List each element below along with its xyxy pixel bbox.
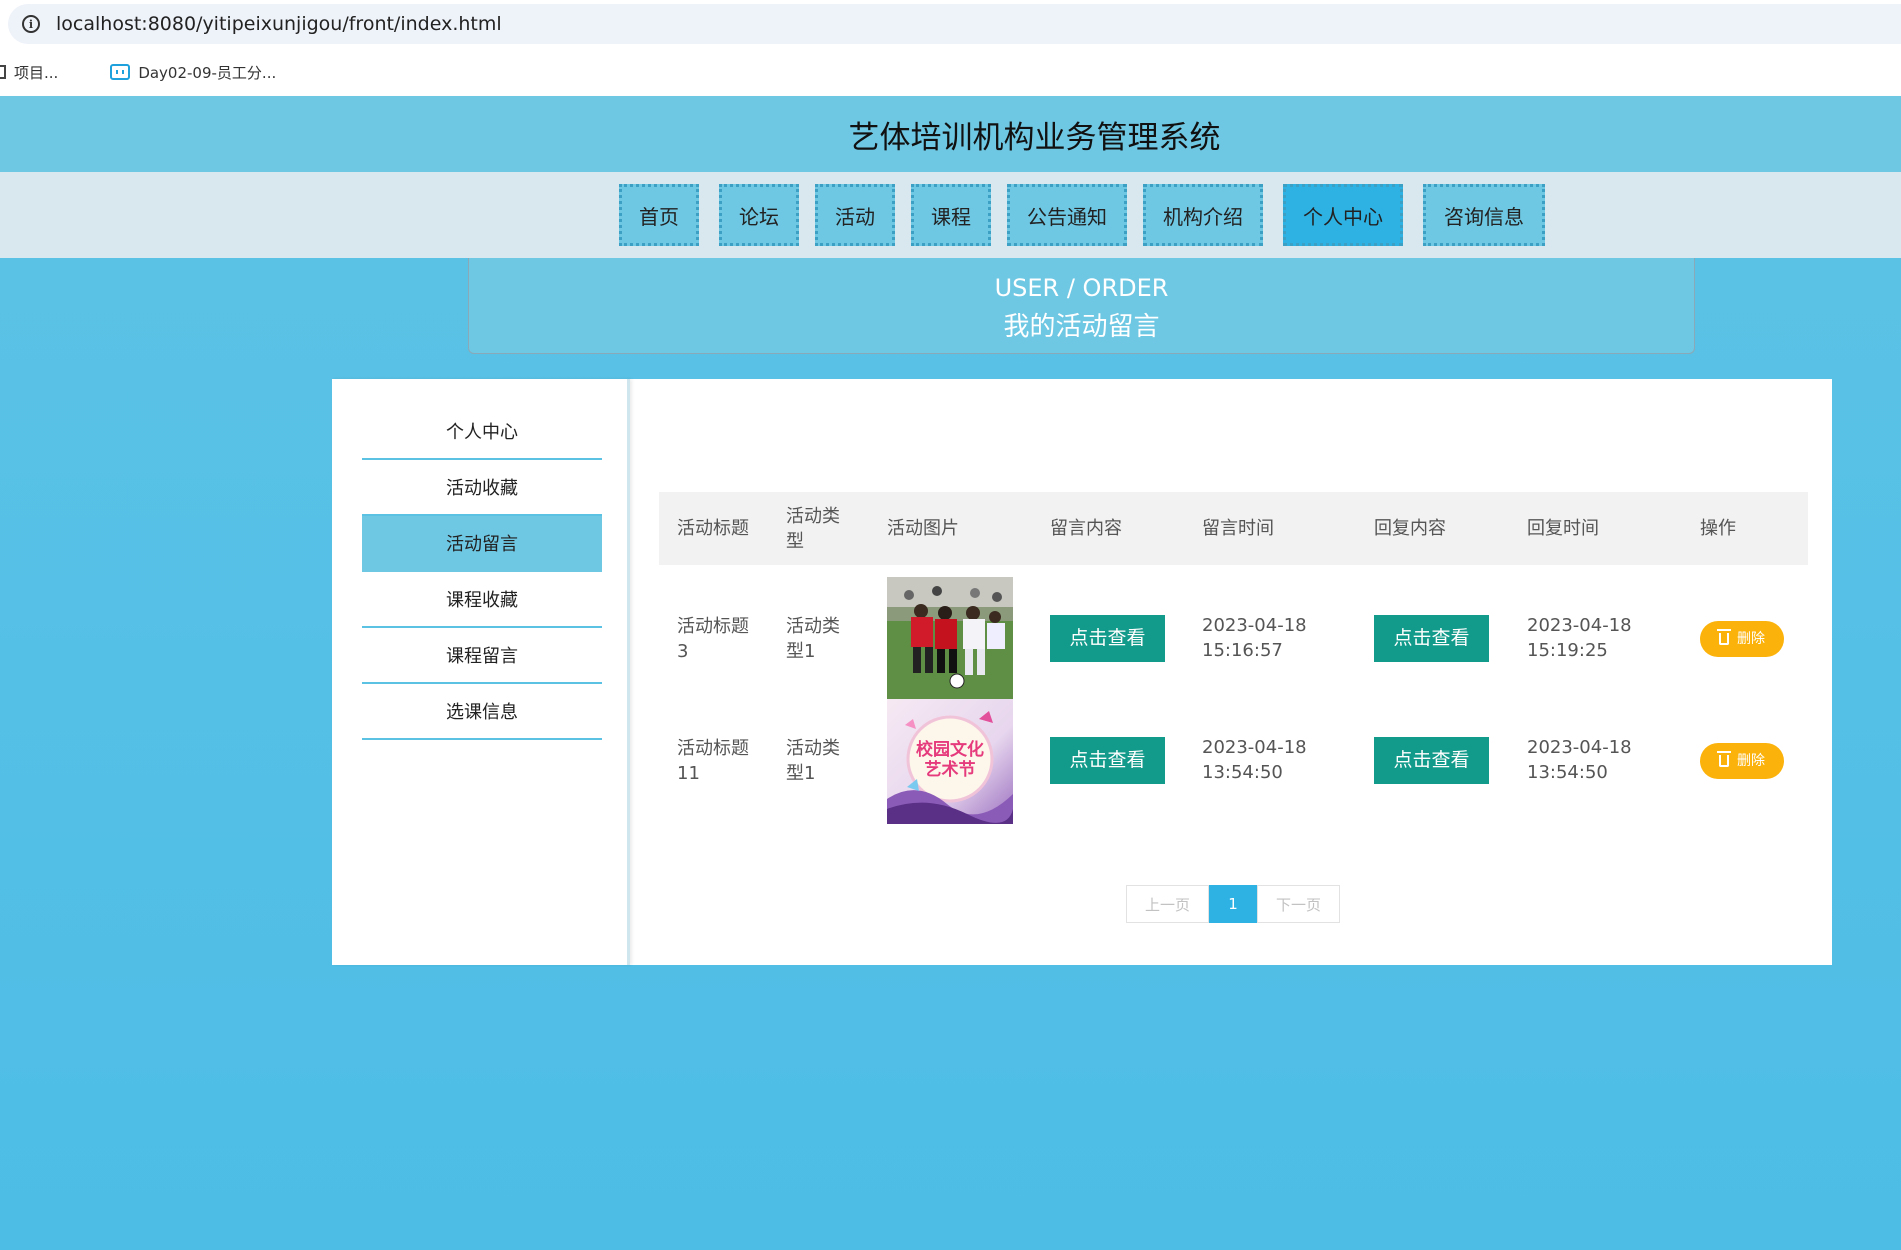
sidebar-item-activity-favorites[interactable]: 活动收藏 bbox=[362, 460, 602, 516]
nav-forum[interactable]: 论坛 bbox=[719, 184, 799, 246]
view-comment-button[interactable]: 点击查看 bbox=[1050, 615, 1165, 662]
sidebar-item-course-favorites[interactable]: 课程收藏 bbox=[362, 572, 602, 628]
cell-title: 活动标题3 bbox=[677, 616, 749, 662]
header-comment-time: 留言时间 bbox=[1202, 518, 1274, 539]
poster-text-line2: 艺术节 bbox=[925, 759, 976, 780]
sidebar-item-user-center[interactable]: 个人中心 bbox=[362, 404, 602, 460]
trash-icon bbox=[1717, 629, 1731, 645]
bilibili-tv-icon bbox=[110, 64, 131, 80]
nav-user-center[interactable]: 个人中心 bbox=[1283, 184, 1403, 246]
football-photo-image[interactable] bbox=[887, 577, 1013, 702]
cell-image bbox=[887, 577, 1013, 702]
cell-title: 活动标题11 bbox=[677, 738, 749, 784]
comments-table: 活动标题 活动类型 活动图片 留言内容 留言时间 回复内容 回复时间 操作 活动… bbox=[659, 492, 1808, 861]
cell-comment-time: 2023-04-18 15:16:57 bbox=[1202, 615, 1307, 661]
delete-label: 删除 bbox=[1737, 752, 1765, 769]
next-page-button[interactable]: 下一页 bbox=[1257, 885, 1340, 923]
current-page-button[interactable]: 1 bbox=[1209, 885, 1257, 923]
cell-type: 活动类型1 bbox=[786, 616, 840, 662]
nav-notice[interactable]: 公告通知 bbox=[1007, 184, 1127, 246]
site-title: 艺体培训机构业务管理系统 bbox=[848, 119, 1221, 156]
cell-reply-content: 点击查看 bbox=[1374, 737, 1489, 784]
table-row: 活动标题3 活动类型1 点击查看 2023-04-18 15:16:57 点击查… bbox=[659, 565, 1808, 713]
main-panel: 个人中心 活动收藏 活动留言 课程收藏 课程留言 选课信息 活动标题 活动类型 … bbox=[332, 379, 1832, 965]
bookmark-project[interactable]: 项目... bbox=[0, 62, 58, 83]
header-image: 活动图片 bbox=[887, 518, 959, 539]
view-reply-button[interactable]: 点击查看 bbox=[1374, 615, 1489, 662]
cell-actions: 删除 bbox=[1700, 621, 1784, 657]
header-actions: 操作 bbox=[1700, 518, 1736, 539]
nav-about[interactable]: 机构介绍 bbox=[1143, 184, 1263, 246]
delete-label: 删除 bbox=[1737, 630, 1765, 647]
table-header: 活动标题 活动类型 活动图片 留言内容 留言时间 回复内容 回复时间 操作 bbox=[659, 492, 1808, 565]
sidebar-item-activity-comments[interactable]: 活动留言 bbox=[362, 516, 602, 572]
site-header: 艺体培训机构业务管理系统 bbox=[0, 96, 1901, 172]
prev-page-button[interactable]: 上一页 bbox=[1126, 885, 1209, 923]
bookmark-label: Day02-09-员工分... bbox=[138, 63, 277, 82]
user-sidebar: 个人中心 活动收藏 活动留言 课程收藏 课程留言 选课信息 bbox=[332, 379, 630, 965]
cell-comment-content: 点击查看 bbox=[1050, 615, 1165, 662]
delete-button[interactable]: 删除 bbox=[1700, 743, 1784, 779]
header-type: 活动类型 bbox=[786, 505, 840, 552]
cell-reply-time: 2023-04-18 15:19:25 bbox=[1527, 615, 1632, 661]
cell-reply-content: 点击查看 bbox=[1374, 615, 1489, 662]
bookmark-day02[interactable]: Day02-09-员工分... bbox=[110, 62, 276, 83]
cell-comment-content: 点击查看 bbox=[1050, 737, 1165, 784]
site-info-icon[interactable]: i bbox=[22, 15, 40, 33]
folder-icon bbox=[0, 65, 6, 79]
page-banner: USER / ORDER 我的活动留言 bbox=[468, 258, 1695, 354]
main-nav: 首页 论坛 活动 课程 公告通知 机构介绍 个人中心 咨询信息 bbox=[0, 172, 1901, 258]
cell-comment-time: 2023-04-18 13:54:50 bbox=[1202, 737, 1307, 783]
header-title: 活动标题 bbox=[677, 518, 749, 539]
bookmarks-bar: 项目... Day02-09-员工分... bbox=[0, 48, 1901, 96]
art-festival-poster-image[interactable]: 校园文化 艺术节 bbox=[887, 699, 1013, 824]
content-area: 活动标题 活动类型 活动图片 留言内容 留言时间 回复内容 回复时间 操作 活动… bbox=[633, 379, 1832, 965]
view-comment-button[interactable]: 点击查看 bbox=[1050, 737, 1165, 784]
browser-address-bar: i localhost:8080/yitipeixunjigou/front/i… bbox=[0, 0, 1901, 48]
cell-reply-time: 2023-04-18 13:54:50 bbox=[1527, 737, 1632, 783]
cell-image: 校园文化 艺术节 bbox=[887, 699, 1013, 824]
trash-icon bbox=[1717, 751, 1731, 767]
url-field[interactable]: i localhost:8080/yitipeixunjigou/front/i… bbox=[8, 4, 1901, 44]
banner-chinese-title: 我的活动留言 bbox=[1003, 312, 1160, 342]
pagination: 上一页 1 下一页 bbox=[1126, 885, 1340, 923]
url-text[interactable]: localhost:8080/yitipeixunjigou/front/ind… bbox=[56, 13, 502, 35]
nav-home[interactable]: 首页 bbox=[619, 184, 699, 246]
header-reply-content: 回复内容 bbox=[1374, 518, 1446, 539]
sidebar-item-course-comments[interactable]: 课程留言 bbox=[362, 628, 602, 684]
cell-actions: 删除 bbox=[1700, 743, 1784, 779]
view-reply-button[interactable]: 点击查看 bbox=[1374, 737, 1489, 784]
sidebar-item-course-selection[interactable]: 选课信息 bbox=[362, 684, 602, 740]
banner-english-title: USER / ORDER bbox=[994, 274, 1169, 302]
nav-activity[interactable]: 活动 bbox=[815, 184, 895, 246]
cell-type: 活动类型1 bbox=[786, 738, 840, 784]
bookmark-label: 项目... bbox=[14, 63, 59, 82]
header-content: 留言内容 bbox=[1050, 518, 1122, 539]
nav-consult[interactable]: 咨询信息 bbox=[1423, 184, 1545, 246]
delete-button[interactable]: 删除 bbox=[1700, 621, 1784, 657]
poster-text-line1: 校园文化 bbox=[916, 739, 984, 760]
nav-course[interactable]: 课程 bbox=[911, 184, 991, 246]
table-row: 活动标题11 活动类型1 校园文化 艺术节 点击查看 2023-04-18 13… bbox=[659, 699, 1808, 861]
header-reply-time: 回复时间 bbox=[1527, 518, 1599, 539]
